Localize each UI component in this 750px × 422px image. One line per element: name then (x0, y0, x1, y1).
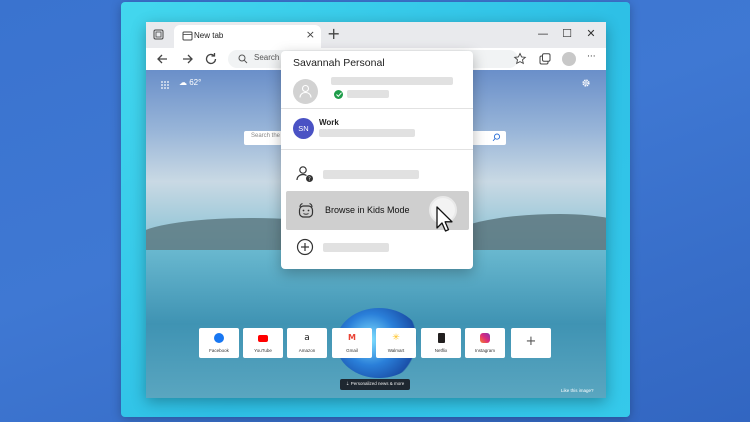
close-window-button[interactable]: ✕ (585, 28, 597, 40)
collections-icon[interactable] (538, 52, 552, 66)
plus-icon: + (525, 334, 537, 349)
quick-link-facebook[interactable]: Facebook (199, 328, 239, 358)
amazon-icon: a (304, 333, 310, 343)
add-profile-placeholder[interactable] (323, 243, 389, 252)
profile-menu: Savannah Personal SN Work ? Browse in Ki… (281, 51, 473, 269)
tab-bar: New tab × + — ☐ ✕ (146, 22, 606, 48)
weather-temp: 62° (189, 78, 202, 87)
guest-person-icon: ? (296, 166, 313, 182)
profile-avatar-button[interactable] (562, 52, 576, 66)
quick-link-youtube[interactable]: YouTube (243, 328, 283, 358)
mouse-cursor-icon (436, 206, 453, 232)
quick-link-label: Gmail (346, 348, 358, 353)
work-profile-label[interactable]: Work (319, 118, 339, 127)
tab-close-button[interactable]: × (306, 29, 315, 41)
quick-link-netflix[interactable]: Netflix (421, 328, 461, 358)
quick-link-instagram[interactable]: Instagram (465, 328, 505, 358)
maximize-button[interactable]: ☐ (561, 28, 573, 40)
profile-menu-title: Savannah Personal (293, 57, 385, 69)
page-icon (182, 31, 193, 41)
add-profile-icon[interactable] (296, 238, 314, 256)
netflix-icon (438, 333, 445, 343)
favorite-star-icon[interactable] (513, 52, 527, 66)
svg-text:?: ? (308, 176, 311, 182)
apps-grid-icon[interactable] (160, 80, 170, 90)
quick-link-label: Netflix (434, 348, 448, 353)
menu-divider (281, 108, 473, 109)
sync-status-placeholder (347, 90, 389, 98)
quick-link-gmail[interactable]: M Gmail (332, 328, 372, 358)
youtube-icon (258, 335, 268, 342)
settings-more-button[interactable]: ··· (587, 52, 596, 62)
person-icon (299, 84, 312, 98)
weather-widget[interactable]: ☁ 62° (179, 78, 201, 87)
checkmark-icon (335, 92, 342, 97)
gmail-icon: M (348, 333, 356, 342)
like-image-link[interactable]: Like this image? (561, 388, 594, 393)
quick-link-amazon[interactable]: a Amazon (287, 328, 327, 358)
work-email-placeholder (319, 129, 415, 137)
work-avatar[interactable]: SN (293, 118, 314, 139)
quick-link-walmart[interactable]: ✳ Walmart (376, 328, 416, 358)
quick-link-label: Walmart (387, 348, 405, 353)
back-arrow-icon[interactable] (155, 51, 171, 67)
new-tab-button[interactable]: + (327, 25, 340, 43)
search-icon[interactable] (492, 133, 501, 142)
sync-check-icon (334, 90, 343, 99)
facebook-icon (214, 333, 224, 343)
personal-avatar (293, 79, 318, 104)
tab-actions-icon[interactable] (153, 29, 164, 40)
kids-mode-face-icon (298, 202, 314, 218)
refresh-icon[interactable] (203, 51, 219, 67)
menu-divider (281, 149, 473, 150)
walmart-icon: ✳ (392, 333, 400, 343)
cloud-icon: ☁ (179, 78, 187, 87)
tab-title: New tab (194, 31, 224, 40)
tab-new-tab[interactable]: New tab × (174, 25, 321, 48)
minimize-button[interactable]: — (537, 28, 549, 40)
news-button-label: ⇣ Personalized news & more (345, 381, 405, 386)
forward-arrow-icon[interactable] (179, 51, 195, 67)
quick-link-label: Facebook (209, 348, 229, 353)
search-icon (238, 54, 248, 64)
quick-link-label: YouTube (254, 348, 272, 353)
quick-link-label: Amazon (298, 348, 316, 353)
address-placeholder: Search (254, 53, 280, 62)
gear-icon[interactable] (581, 78, 591, 88)
personalized-news-button[interactable]: ⇣ Personalized news & more (340, 379, 410, 390)
quick-link-label: Instagram (474, 348, 495, 353)
guest-option-placeholder[interactable] (323, 170, 419, 179)
instagram-icon (480, 333, 490, 343)
profile-email-placeholder (331, 77, 453, 85)
add-quick-link-button[interactable]: + (511, 328, 551, 358)
kids-mode-label: Browse in Kids Mode (325, 205, 410, 215)
